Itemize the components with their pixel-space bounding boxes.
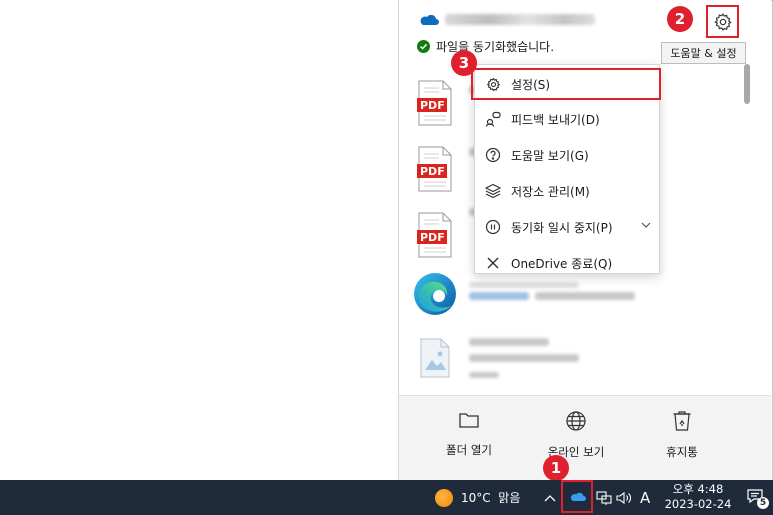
recycle-bin-label: 휴지통 xyxy=(666,445,698,459)
pdf-label: PDF xyxy=(420,99,445,112)
view-online-button[interactable]: 온라인 보기 xyxy=(526,410,626,470)
clock-time: 오후 4:48 xyxy=(672,482,724,496)
desktop-area xyxy=(0,0,398,480)
close-icon xyxy=(485,255,501,271)
windows-taskbar: 10°C 맑음 A 오후 4:48 2023-02-24 5 xyxy=(0,480,773,515)
image-file-icon xyxy=(420,338,450,378)
help-icon xyxy=(485,147,501,163)
gear-icon xyxy=(485,76,501,92)
menu-item-label: 피드백 보내기(D) xyxy=(511,112,600,127)
onedrive-tray-button[interactable] xyxy=(561,480,593,513)
flyout-footer: 폴더 열기 온라인 보기 휴지통 xyxy=(399,395,771,480)
pdf-label: PDF xyxy=(420,165,445,178)
recycle-bin-icon xyxy=(673,411,691,431)
notification-center-button[interactable]: 5 xyxy=(746,488,769,509)
storage-layers-icon xyxy=(485,183,501,199)
sync-status: 파일을 동기화했습니다. xyxy=(417,38,554,54)
help-settings-button[interactable] xyxy=(706,5,739,38)
menu-item-help[interactable]: 도움말 보기(G) xyxy=(475,137,661,173)
help-settings-menu: 설정(S) 피드백 보내기(D) 도움말 보기(G) 저장소 관리(M) 동기화… xyxy=(471,64,661,274)
menu-item-quit[interactable]: OneDrive 종료(Q) xyxy=(475,245,661,281)
help-settings-tooltip: 도움말 & 설정 xyxy=(661,42,746,64)
show-hidden-icons-button[interactable] xyxy=(544,480,556,515)
menu-item-feedback[interactable]: 피드백 보내기(D) xyxy=(475,101,661,137)
account-name-blurred xyxy=(445,14,595,25)
recycle-bin-button[interactable]: 휴지통 xyxy=(632,410,732,470)
open-folder-button[interactable]: 폴더 열기 xyxy=(419,410,519,470)
onedrive-cloud-icon xyxy=(570,492,586,501)
sync-status-text: 파일을 동기화했습니다. xyxy=(436,39,555,54)
edge-browser-icon xyxy=(414,273,456,315)
weather-text: 10°C 맑음 xyxy=(461,491,521,505)
menu-item-label: 설정(S) xyxy=(511,77,551,92)
menu-item-label: 동기화 일시 중지(P) xyxy=(511,220,613,235)
open-folder-label: 폴더 열기 xyxy=(446,443,492,457)
clock-date: 2023-02-24 xyxy=(664,497,732,511)
callout-badge: 2 xyxy=(667,6,693,32)
pause-icon xyxy=(485,219,501,235)
taskbar-clock[interactable]: 오후 4:48 2023-02-24 xyxy=(658,482,738,512)
speaker-icon xyxy=(616,491,631,504)
onedrive-cloud-icon xyxy=(420,14,439,25)
network-tray-button[interactable] xyxy=(596,480,612,515)
menu-item-storage[interactable]: 저장소 관리(M) xyxy=(475,173,661,209)
pdf-label: PDF xyxy=(420,231,445,244)
callout-badge: 3 xyxy=(451,50,477,76)
callout-badge: 1 xyxy=(543,455,569,481)
file-item[interactable] xyxy=(399,326,771,390)
weather-widget[interactable]: 10°C 맑음 xyxy=(435,480,520,515)
menu-item-label: 저장소 관리(M) xyxy=(511,184,590,199)
feedback-icon xyxy=(485,111,501,127)
input-method-indicator[interactable]: A xyxy=(640,480,650,515)
network-icon xyxy=(596,490,612,505)
notification-count: 5 xyxy=(757,497,769,509)
menu-item-label: 도움말 보기(G) xyxy=(511,148,589,163)
menu-item-pause-sync[interactable]: 동기화 일시 중지(P) xyxy=(475,209,661,245)
folder-icon xyxy=(459,413,479,428)
chevron-up-icon xyxy=(544,494,556,501)
globe-icon xyxy=(566,411,586,431)
chevron-down-icon xyxy=(641,222,651,228)
sun-icon xyxy=(435,488,453,507)
menu-item-label: OneDrive 종료(Q) xyxy=(511,256,613,271)
check-icon xyxy=(417,39,430,53)
gear-icon xyxy=(713,12,732,31)
volume-tray-button[interactable] xyxy=(616,480,632,515)
menu-item-settings[interactable]: 설정(S) xyxy=(471,68,661,100)
